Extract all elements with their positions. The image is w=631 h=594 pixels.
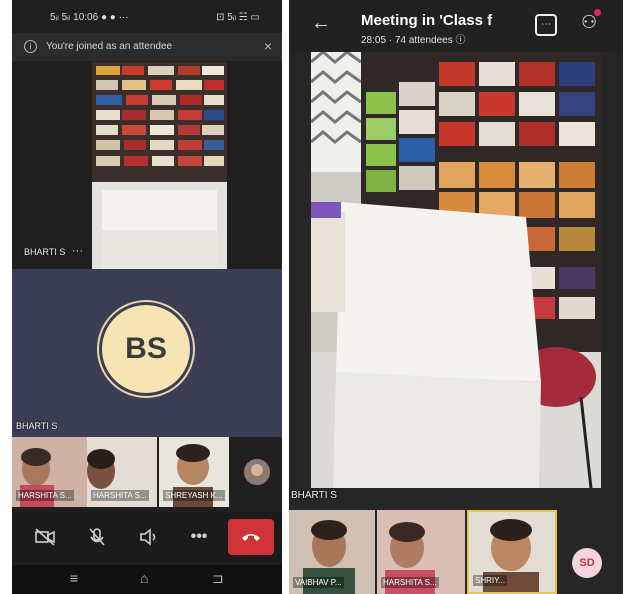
avatar: BS — [102, 305, 190, 393]
video-name-label: BHARTI S — [24, 247, 66, 257]
recent-apps-icon[interactable]: ≡ — [70, 570, 78, 586]
meeting-title: Meeting in 'Class f — [361, 12, 493, 29]
participant-panel-bharti[interactable]: BS BHARTI S — [12, 269, 282, 437]
thumbnail-label: SHRIY... — [473, 575, 508, 586]
thumbnail-label: HARSHITA S... — [16, 490, 74, 501]
participant-thumbnails: HARSHITA S... HARSHITA S... SHREYASH K..… — [12, 437, 282, 507]
panel-name-label: BHARTI S — [16, 421, 58, 431]
camera-off-icon[interactable] — [34, 526, 56, 548]
participant-thumbnail[interactable]: HARSHITA S... — [12, 437, 87, 507]
main-video-name-label: BHARTI S — [291, 490, 337, 501]
participant-thumbnail[interactable]: VAIBHAV P... — [289, 510, 375, 594]
participant-thumbnails: VAIBHAV P... HARSHITA S... SHRIY... SD — [289, 510, 623, 594]
call-controls: ••• — [12, 512, 282, 562]
more-options-icon[interactable]: ··· — [72, 245, 83, 257]
participant-thumbnail-active-speaker[interactable]: SHRIY... — [467, 510, 557, 594]
info-icon: i — [24, 40, 37, 53]
left-phone-screen: 5ᵢₗ 5ᵢₗ 10:06 ● ● ··· ⊡ 5ᵢₗ ☵ ▭ i You're… — [12, 0, 282, 594]
meeting-subtitle: 28:05 · 74 attendees ⓘ — [361, 35, 466, 46]
participant-thumbnail[interactable]: HARSHITA S... — [377, 510, 465, 594]
notification-dot — [594, 9, 601, 16]
hangup-button[interactable] — [228, 519, 274, 555]
home-icon[interactable]: ⌂ — [140, 570, 148, 586]
hangup-icon — [242, 534, 260, 541]
mic-off-icon[interactable] — [86, 526, 108, 548]
chat-icon[interactable]: ⋯ — [535, 14, 557, 36]
more-icon[interactable]: ••• — [188, 526, 210, 548]
status-bar: 5ᵢₗ 5ᵢₗ 10:06 ● ● ··· ⊡ 5ᵢₗ ☵ ▭ — [12, 0, 282, 30]
android-nav-bar: ≡ ⌂ ⊐ — [12, 565, 282, 594]
notice-text: You're joined as an attendee — [46, 41, 173, 52]
status-time: 5ᵢₗ 5ᵢₗ 10:06 ● ● ··· — [50, 12, 129, 23]
back-arrow-icon[interactable]: ← — [311, 12, 331, 35]
participant-thumbnail[interactable]: SHREYASH K... — [159, 437, 229, 507]
thumbnail-label: SHREYASH K... — [163, 490, 225, 501]
attendee-notice: i You're joined as an attendee × — [12, 33, 282, 61]
participant-video-bharti[interactable] — [92, 62, 227, 269]
thumbnail-label: VAIBHAV P... — [293, 577, 344, 588]
avatar[interactable] — [244, 459, 270, 485]
shelf-video-frame — [92, 62, 227, 269]
right-phone-screen: BHARTI S ← Meeting in 'Class f 28:05 · 7… — [289, 0, 623, 594]
status-icons: ⊡ 5ᵢₗ ☵ ▭ — [216, 12, 260, 23]
participant-thumbnail[interactable]: HARSHITA S... — [87, 437, 157, 507]
back-icon[interactable]: ⊐ — [212, 570, 224, 587]
thumbnail-label: HARSHITA S... — [91, 490, 149, 501]
main-video[interactable] — [311, 52, 601, 488]
avatar[interactable]: SD — [572, 548, 602, 578]
speaker-icon[interactable] — [138, 526, 160, 548]
thumbnail-label: HARSHITA S... — [381, 577, 439, 588]
close-icon[interactable]: × — [264, 38, 272, 54]
meeting-header: ← Meeting in 'Class f 28:05 · 74 attende… — [289, 0, 623, 52]
shelf-room-video-frame — [311, 52, 601, 488]
